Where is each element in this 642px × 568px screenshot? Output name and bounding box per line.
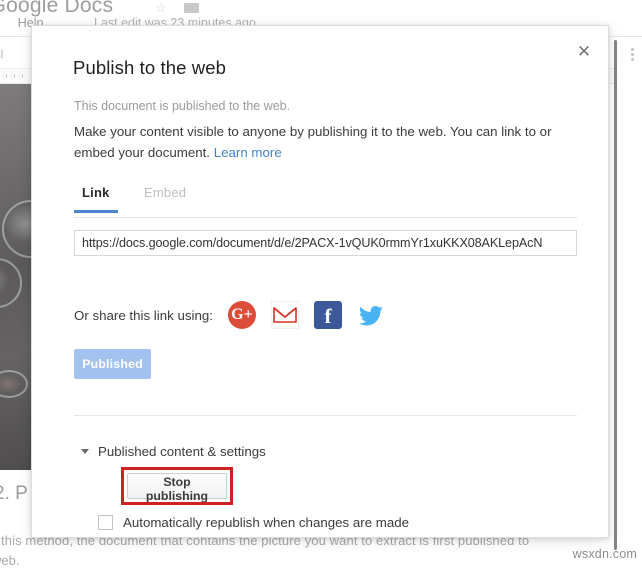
right-rail (617, 37, 642, 564)
document-heading: 2. P (0, 483, 28, 504)
twitter-bird-glyph (358, 306, 383, 326)
dialog-description: Make your content visible to anyone by p… (74, 121, 584, 163)
share-label: Or share this link using: (74, 307, 213, 323)
ruler-tick (6, 74, 7, 78)
tab-bar: Link Embed (74, 185, 577, 218)
gmail-icon[interactable] (270, 301, 299, 329)
chevron-down-icon (81, 449, 89, 454)
close-icon[interactable]: ✕ (570, 38, 598, 66)
ruler-tick (22, 74, 23, 78)
publish-status-text: This document is published to the web. (74, 99, 291, 113)
star-icon[interactable]: ☆ (155, 1, 167, 14)
kebab-dot (631, 53, 634, 56)
twitter-icon[interactable] (357, 301, 385, 329)
auto-republish-checkbox[interactable] (98, 515, 113, 530)
section-divider (74, 415, 577, 416)
google-plus-icon[interactable]: G+ (227, 301, 256, 329)
photo-arc (0, 370, 28, 398)
expander-label: Published content & settings (98, 444, 266, 459)
document-body-line-2: web. (0, 553, 20, 568)
learn-more-link[interactable]: Learn more (214, 145, 282, 160)
description-text: Make your content visible to anyone by p… (74, 124, 552, 160)
document-image (0, 84, 60, 470)
vertical-scrollbar[interactable] (614, 40, 617, 550)
tab-link[interactable]: Link (74, 185, 118, 213)
stop-publishing-button[interactable]: Stop publishing (127, 473, 227, 503)
paragraph-style-selector[interactable]: al (0, 47, 3, 61)
facebook-icon[interactable]: f (313, 301, 342, 329)
dialog-title: Publish to the web (73, 57, 226, 78)
auto-republish-label: Automatically republish when changes are… (123, 515, 410, 530)
tab-embed[interactable]: Embed (136, 185, 194, 210)
photo-arc (0, 258, 22, 308)
kebab-dot (631, 58, 634, 61)
folder-icon[interactable] (184, 3, 199, 13)
publish-to-web-dialog: ✕ Publish to the web This document is pu… (31, 25, 609, 538)
share-row: Or share this link using: G+ f (74, 301, 400, 329)
gmail-glyph (273, 307, 297, 323)
published-url-input[interactable] (74, 230, 577, 256)
published-button[interactable]: Published (74, 349, 151, 379)
watermark: wsxdn.com (572, 547, 637, 561)
more-options-icon[interactable] (631, 48, 634, 63)
published-content-settings-expander[interactable]: Published content & settings (81, 444, 266, 459)
ruler-tick (14, 74, 15, 78)
kebab-dot (631, 48, 634, 51)
auto-republish-row: Automatically republish when changes are… (98, 515, 409, 530)
